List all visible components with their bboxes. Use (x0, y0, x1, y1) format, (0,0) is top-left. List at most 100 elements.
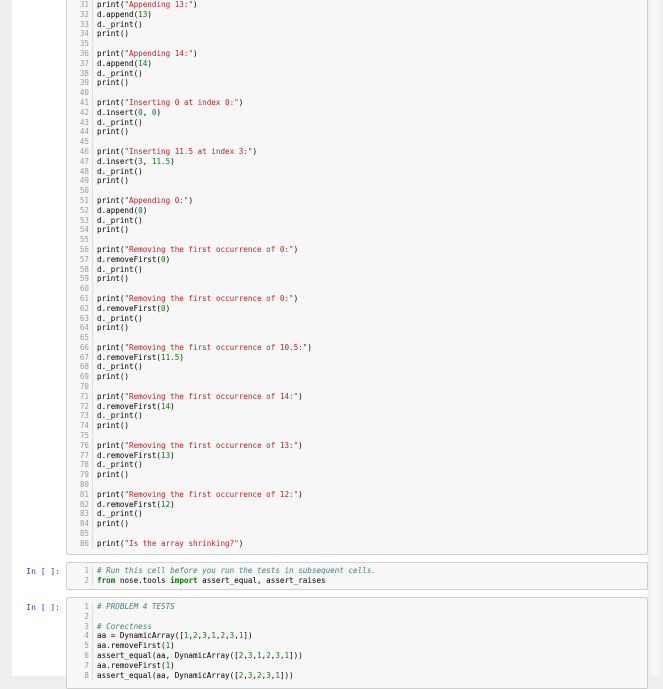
code-line: 58 d._print() (67, 264, 647, 275)
code-line: 65 (67, 333, 647, 343)
code-line: 81 print("Removing the first occurrence o… (67, 489, 647, 500)
code-token: assert_equal, assert_raises (197, 575, 326, 585)
code-token: 13 (138, 9, 148, 19)
line-number: 4 (67, 631, 93, 642)
line-number: 75 (67, 431, 93, 441)
code-line: 86 print("Is the array shrinking?") (67, 538, 647, 549)
code-token: "Removing the first occurrence of 0:" (124, 293, 294, 303)
code-line: 6 assert_equal(aa, DynamicArray([2,3,1,2,… (67, 650, 647, 661)
line-number: 85 (67, 529, 93, 539)
code-line: 52 d.append(0) (67, 205, 647, 216)
code-line: 75 (67, 431, 647, 441)
code-token: ) (165, 303, 171, 313)
code-token: 12 (161, 499, 171, 509)
code-token: ) (147, 9, 152, 19)
line-number: 36 (67, 48, 93, 59)
code-line: 82 d.removeFirst(12) (67, 499, 647, 510)
code-line: 48 d._print() (67, 166, 647, 177)
code-line: 42 d.insert(0, 0) (67, 107, 647, 118)
line-number: 79 (67, 470, 93, 481)
code-token: "Removing the first occurrence of 0:" (124, 244, 294, 254)
code-line: 57 d.removeFirst(0) (67, 254, 647, 265)
code-token: print( (97, 342, 125, 352)
code-token: from (97, 575, 116, 585)
code-token: print( (97, 97, 125, 107)
code-token: "Removing the first occurrence of 12:" (124, 489, 299, 499)
code-line: 36 print("Appending 14:") (67, 48, 647, 59)
code-token: print() (97, 78, 130, 88)
code-token: ) (307, 342, 312, 352)
code-token: print( (97, 48, 125, 58)
code-line: 66 print("Removing the first occurrence o… (67, 342, 647, 353)
code-token: nose.tools (115, 575, 171, 585)
code-token: "Appending 14:" (124, 48, 194, 58)
code-token: print( (97, 538, 125, 548)
code-token: print() (97, 127, 130, 137)
code-token: d._print() (97, 509, 143, 519)
code-line: 84 print() (67, 519, 647, 530)
line-number: 66 (67, 342, 93, 353)
code-token: print( (97, 244, 125, 254)
code-token: print() (97, 323, 130, 333)
code-line: 2 from nose.tools import assert_equal, as… (67, 575, 647, 586)
code-lines-2: 1 # Run this cell before you run the test… (67, 566, 647, 586)
code-token: d._print() (97, 19, 143, 29)
code-token: , (142, 156, 152, 166)
code-line: 8 assert_equal(aa, DynamicArray([2,3,2,3,… (67, 670, 647, 681)
code-token: ) (252, 146, 258, 156)
code-token: ) (298, 440, 303, 450)
code-token: assert_equal(aa, DynamicArray([ (97, 670, 239, 680)
code-line: 40 (67, 88, 647, 98)
code-token: d._print() (97, 264, 143, 274)
code-token: "Removing the first occurrence of 14:" (124, 391, 299, 401)
line-number: 34 (67, 29, 93, 40)
code-lines-1: 31 print("Appending 13:") 32 d.append(13) 33… (67, 0, 647, 549)
code-line: 35 (67, 39, 647, 49)
line-number: 78 (67, 460, 93, 471)
code-token: d._print() (97, 215, 143, 225)
code-token: print( (97, 195, 125, 205)
line-number: 65 (67, 333, 93, 343)
code-token: ) (293, 293, 299, 303)
code-line: 43 d._print() (67, 117, 647, 128)
code-token: ])) (289, 650, 303, 660)
code-token: ) (193, 48, 198, 58)
code-token: d.removeFirst( (97, 401, 162, 411)
code-token: d.append( (97, 9, 139, 19)
code-token: print() (97, 421, 130, 431)
code-token: d._print() (97, 313, 143, 323)
line-number: 45 (67, 137, 93, 147)
line-number: 42 (67, 107, 93, 118)
code-line: 2 (67, 611, 647, 622)
code-token: print() (97, 225, 130, 235)
code-line: 71 print("Removing the first occurrence o… (67, 391, 647, 402)
code-line: 62 d.removeFirst(0) (67, 303, 647, 314)
code-line: 31 print("Appending 13:") (67, 0, 647, 10)
code-editor-2[interactable]: 1 # Run this cell before you run the test… (66, 562, 648, 590)
notebook-page: 31 print("Appending 13:") 32 d.append(13) 33… (12, 0, 648, 689)
code-line: 76 print("Removing the first occurrence o… (67, 440, 647, 451)
code-editor-1[interactable]: 31 print("Appending 13:") 32 d.append(13) 33… (66, 0, 648, 555)
page-scrollbar[interactable] (648, 0, 663, 676)
code-token: print( (97, 489, 125, 499)
line-number: 51 (67, 195, 93, 206)
line-number: 38 (67, 68, 93, 79)
code-token: ) (147, 58, 152, 68)
line-number: 53 (67, 215, 93, 226)
code-token: ) (298, 489, 303, 499)
line-number: 5 (67, 641, 93, 651)
code-editor-3[interactable]: 1 # PROBLEM 4 TESTS 2 3 # Corectness 4 aa = Dy… (66, 597, 648, 689)
code-token: aa.removeFirst( (97, 660, 166, 670)
code-token: ) (238, 97, 244, 107)
code-line: 68 d._print() (67, 362, 647, 373)
scrollbar-thumb[interactable] (651, 0, 660, 676)
code-token: 11.5 (161, 352, 180, 362)
code-token: d.insert( (97, 107, 139, 117)
line-number: 3 (67, 621, 93, 632)
code-token: assert_equal(aa, DynamicArray([ (97, 650, 239, 660)
line-number: 59 (67, 274, 93, 285)
cell-prompt-3: In [ ]: (26, 603, 60, 612)
line-number: 46 (67, 146, 93, 157)
code-token: ) (298, 391, 303, 401)
code-line: 46 print("Inserting 11.5 at index 3:") (67, 146, 647, 157)
